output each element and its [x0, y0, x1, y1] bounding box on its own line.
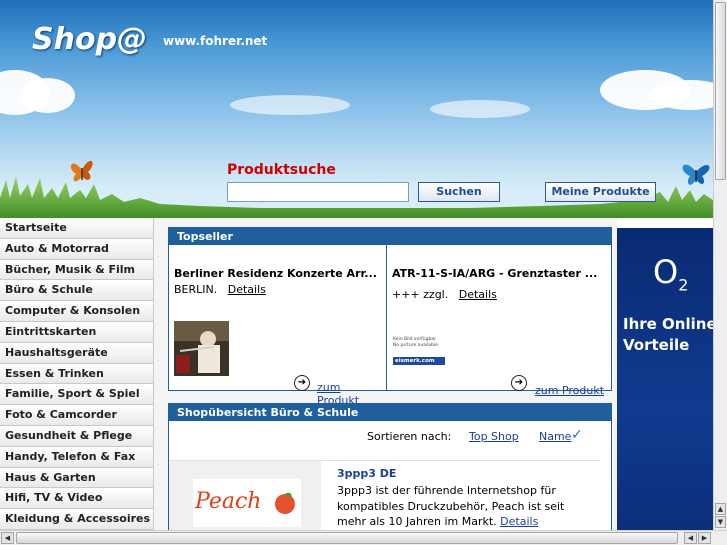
sidebar-item-auto-motorrad[interactable]: Auto & Motorrad [0, 238, 154, 260]
sidebar-item-buero-schule[interactable]: Büro & Schule [0, 280, 154, 302]
my-products-button[interactable]: Meine Produkte [545, 182, 656, 202]
product-details-link[interactable]: Details [228, 283, 266, 296]
sidebar-item-haus-garten[interactable]: Haus & Garten [0, 467, 154, 489]
topseller-box: Topseller Berliner Residenz Konzerte Arr… [168, 227, 612, 407]
product-search-title: Produktsuche [227, 162, 336, 178]
horizontal-scroll-thumb[interactable] [16, 532, 678, 544]
product-title[interactable]: Berliner Residenz Konzerte Arr... [174, 267, 377, 280]
sidebar-item-haushaltsgeraete[interactable]: Haushaltsgeräte [0, 342, 154, 364]
butterfly-blue-icon [682, 164, 710, 185]
peach-logo-text: Peach [195, 489, 262, 514]
sidebar-item-computer-konsolen[interactable]: Computer & Konsolen [0, 301, 154, 322]
product-details-link[interactable]: Details [459, 288, 497, 301]
product-search-input[interactable] [227, 182, 409, 202]
sort-top-shop-link[interactable]: Top Shop [469, 430, 519, 443]
shop-logo-area[interactable]: Peach [169, 461, 321, 530]
horizontal-scrollbar[interactable]: ◀ ◀ ▶ [0, 530, 727, 545]
arrow-right-icon[interactable]: ➔ [511, 375, 527, 391]
sort-label: Sortieren nach: [367, 430, 452, 443]
sidebar-item-familie-sport-spiel[interactable]: Familie, Sport & Spiel [0, 384, 154, 406]
product-sub-text: BERLIN. [174, 283, 218, 296]
sidebar-item-handy-telefon-fax[interactable]: Handy, Telefon & Fax [0, 446, 154, 468]
sidebar-item-essen-trinken[interactable]: Essen & Trinken [0, 363, 154, 385]
o2-logo: O2 [653, 253, 688, 294]
vertical-scroll-thumb[interactable] [715, 2, 726, 180]
shop-name-link[interactable]: 3ppp3 DE [337, 467, 396, 480]
shop-list-item: Peach 3ppp3 DE 3ppp3 ist der führende In… [169, 460, 601, 530]
scroll-right-icon[interactable]: ▶ [698, 532, 711, 544]
sidebar-item-kleidung-accessoires[interactable]: Kleidung & Accessoires [0, 509, 154, 530]
sort-bar: Sortieren nach: Top Shop Name ✓ [167, 427, 611, 448]
header-banner: Shop@ www.fohrer.net Produktsuche Suchen… [0, 0, 713, 218]
scroll-left-icon[interactable]: ◀ [684, 532, 697, 544]
to-product-link[interactable]: zum Produkt [535, 384, 604, 397]
no-image-placeholder[interactable]: Kein Bild verfügbar No picture available… [393, 337, 453, 365]
scroll-down-icon[interactable]: ▼ [715, 516, 726, 528]
ad-line-2: Vorteile [623, 336, 690, 354]
sidebar-item-startseite[interactable]: Startseite [0, 218, 154, 239]
ad-headline: Ihre Online Vorteile [623, 314, 713, 356]
topseller-product-1: Berliner Residenz Konzerte Arr... BERLIN… [169, 245, 387, 407]
butterfly-icon [70, 160, 93, 182]
category-sidebar: Startseite Auto & Motorrad Bücher, Musik… [0, 218, 154, 530]
eismerk-logo: eismerk.com [393, 357, 445, 365]
concert-product-image[interactable] [174, 321, 229, 376]
peach-logo: Peach [193, 479, 301, 527]
cloud-decoration [430, 100, 530, 118]
product-title[interactable]: ATR-11-S-IA/ARG - Grenztaster ... [392, 267, 597, 280]
main-content: Topseller Berliner Residenz Konzerte Arr… [154, 218, 617, 530]
o2-advertisement[interactable]: O2 Ihre Online Vorteile [617, 228, 713, 530]
scroll-up-icon[interactable]: ▲ [715, 503, 726, 515]
sidebar-item-hifi-tv-video[interactable]: Hifi, TV & Video [0, 488, 154, 510]
no-image-caption-en: No picture available [393, 343, 439, 348]
topseller-heading: Topseller [169, 228, 611, 245]
shop-overview-box: Shopübersicht Büro & Schule Sortieren na… [168, 403, 612, 530]
shop-overview-heading: Shopübersicht Büro & Schule [169, 404, 611, 421]
cloud-decoration [20, 78, 75, 113]
checkmark-icon: ✓ [571, 427, 583, 443]
shop-description: 3ppp3 ist der führende Internetshop für … [337, 483, 595, 530]
sort-name-link[interactable]: Name [539, 430, 571, 443]
sidebar-item-eintrittskarten[interactable]: Eintrittskarten [0, 321, 154, 343]
o2-logo-sub: 2 [678, 275, 689, 295]
sidebar-item-gesundheit-pflege[interactable]: Gesundheit & Pflege [0, 425, 154, 447]
ad-line-1: Ihre Online [623, 315, 713, 333]
product-sub-text: +++ zzgl. [392, 288, 449, 301]
peach-fruit-icon [275, 492, 295, 514]
product-subtitle: +++ zzgl. Details [392, 288, 497, 301]
sidebar-item-foto-camcorder[interactable]: Foto & Camcorder [0, 405, 154, 426]
sidebar-item-buecher-musik-film[interactable]: Bücher, Musik & Film [0, 259, 154, 281]
site-url: www.fohrer.net [163, 34, 268, 48]
product-subtitle: BERLIN. Details [174, 283, 266, 296]
shop-details-link[interactable]: Details [500, 515, 538, 528]
search-button[interactable]: Suchen [418, 182, 500, 202]
arrow-right-icon[interactable]: ➔ [294, 375, 310, 391]
cloud-decoration [230, 95, 350, 115]
scroll-left-icon[interactable]: ◀ [1, 532, 14, 544]
topseller-product-2: ATR-11-S-IA/ARG - Grenztaster ... +++ zz… [387, 245, 612, 397]
vertical-scrollbar[interactable]: ▲ ▼ [713, 0, 727, 530]
o2-logo-letter: O [653, 253, 679, 291]
site-logo[interactable]: Shop@ [32, 22, 147, 57]
